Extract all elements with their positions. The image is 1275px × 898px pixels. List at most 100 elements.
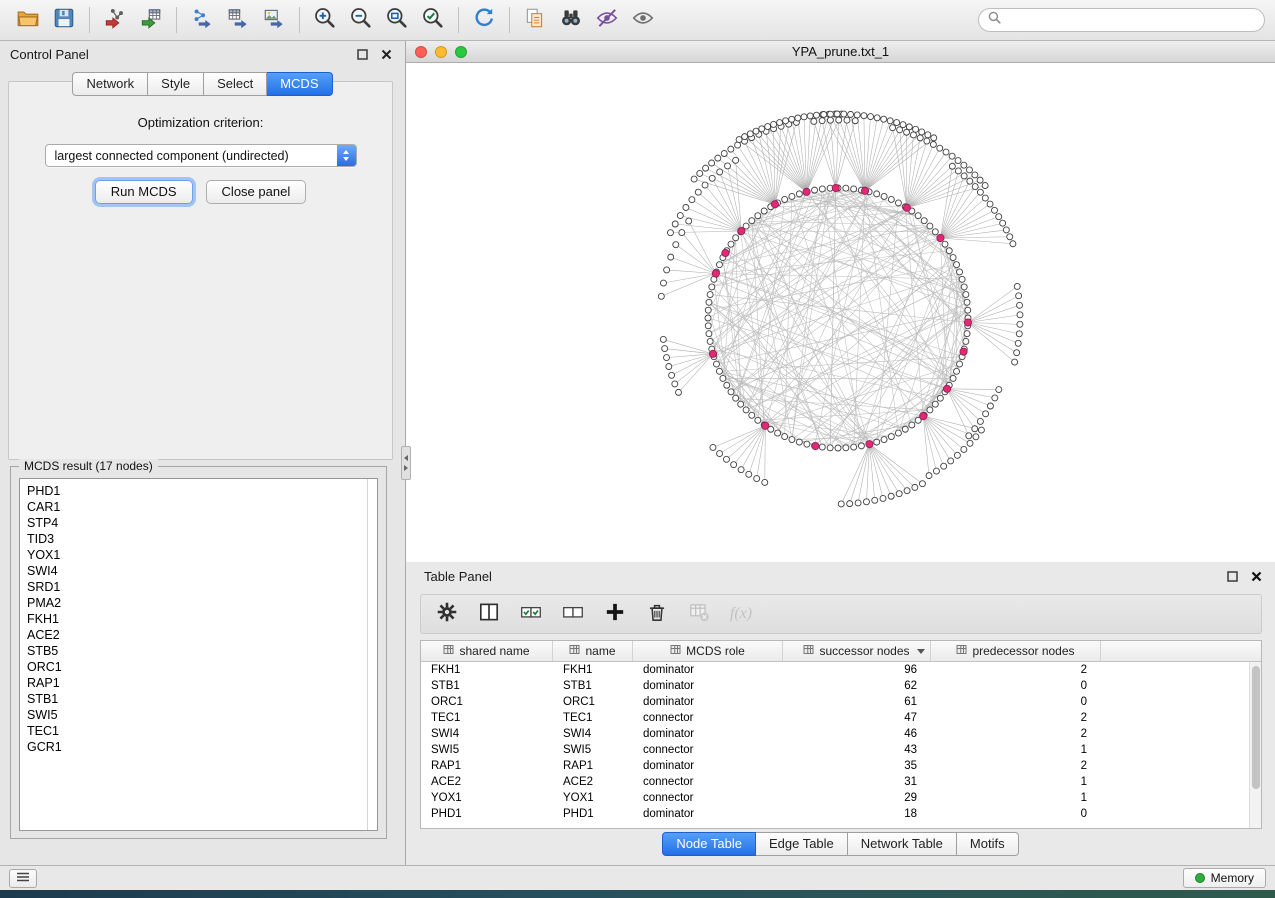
network-window-titlebar[interactable]: YPA_prune.txt_1 [406,41,1275,63]
zoom-out-icon [349,6,373,35]
mcds-result-item[interactable]: ACE2 [27,627,377,643]
mcds-result-item[interactable]: FKH1 [27,611,377,627]
show-columns-button[interactable] [475,600,503,628]
mcds-result-item[interactable]: CAR1 [27,499,377,515]
table-row[interactable]: PHD1PHD1dominator180 [421,806,1249,822]
table-row[interactable]: TEC1TEC1connector472 [421,710,1249,726]
run-mcds-button[interactable]: Run MCDS [95,180,193,204]
mcds-result-item[interactable]: STB5 [27,643,377,659]
open-file-button[interactable] [10,4,46,36]
mcds-result-item[interactable]: SWI5 [27,707,377,723]
column-header-name[interactable]: name [553,641,633,661]
mcds-result-item[interactable]: SWI4 [27,563,377,579]
tab-select[interactable]: Select [204,72,267,96]
table-row[interactable]: RAP1RAP1dominator352 [421,758,1249,774]
network-canvas[interactable] [406,63,1275,562]
zoom-out-button[interactable] [343,4,379,36]
cell-name: TEC1 [553,712,633,724]
delete-table-icon [687,600,711,629]
close-panel-button[interactable]: Close panel [206,180,307,204]
select-all-rows-button[interactable] [517,600,545,628]
add-column-button[interactable] [601,600,629,628]
node-table-body: FKH1FKH1dominator962STB1STB1dominator620… [421,662,1249,828]
cell-mcds-role: connector [633,792,783,804]
column-header-predecessor-nodes[interactable]: predecessor nodes [931,641,1101,661]
mcds-result-item[interactable]: RAP1 [27,675,377,691]
copy-style-button[interactable] [517,4,553,36]
mcds-result-item[interactable]: SRD1 [27,579,377,595]
float-table-panel-icon[interactable] [1224,568,1241,584]
zoom-fit-button[interactable] [379,4,415,36]
splitter-collapse-handle[interactable] [401,446,411,480]
column-header-mcds-role[interactable]: MCDS role [633,641,783,661]
cell-shared-name: ORC1 [421,696,553,708]
show-all-button[interactable] [625,4,661,36]
refresh-layout-button[interactable] [466,4,502,36]
import-network-button[interactable] [97,4,133,36]
table-toolbar: f(x) [420,594,1262,634]
mcds-result-item[interactable]: PHD1 [27,483,377,499]
mcds-result-item[interactable]: STP4 [27,515,377,531]
delete-table-button [685,600,713,628]
tab-network-table[interactable]: Network Table [848,832,957,856]
criterion-dropdown[interactable]: largest connected component (undirected) [45,144,357,167]
select-all-rows-icon [519,600,543,629]
mcds-result-list[interactable]: PHD1CAR1STP4TID3YOX1SWI4SRD1PMA2FKH1ACE2… [19,478,378,831]
main-toolbar [0,0,1275,41]
tab-motifs[interactable]: Motifs [957,832,1019,856]
hide-selected-button[interactable] [589,4,625,36]
mcds-result-item[interactable]: TID3 [27,531,377,547]
hide-selected-icon [595,6,619,35]
table-scrollbar[interactable] [1249,662,1261,828]
deselect-all-rows-button[interactable] [559,600,587,628]
table-row[interactable]: SWI5SWI5connector431 [421,742,1249,758]
network-graph[interactable] [406,63,1275,562]
column-header-successor-nodes[interactable]: successor nodes [783,641,931,661]
mcds-result-item[interactable]: STB1 [27,691,377,707]
search-input[interactable] [1007,13,1255,27]
export-table-button[interactable] [220,4,256,36]
mcds-result-item[interactable]: GCR1 [27,739,377,755]
tab-mcds[interactable]: MCDS [267,72,332,96]
table-row[interactable]: YOX1YOX1connector291 [421,790,1249,806]
status-menu-button[interactable] [9,869,37,888]
close-table-panel-icon[interactable] [1248,568,1265,584]
table-row[interactable]: STB1STB1dominator620 [421,678,1249,694]
export-network-button[interactable] [184,4,220,36]
close-panel-icon[interactable] [378,47,395,63]
tab-node-table[interactable]: Node Table [662,832,756,856]
status-bar: Memory [0,865,1275,890]
mcds-result-item[interactable]: ORC1 [27,659,377,675]
tab-network[interactable]: Network [72,72,148,96]
mcds-result-item[interactable]: YOX1 [27,547,377,563]
table-row[interactable]: FKH1FKH1dominator962 [421,662,1249,678]
delete-column-button[interactable] [643,600,671,628]
table-scrollbar-thumb[interactable] [1252,666,1260,789]
float-panel-icon[interactable] [354,47,371,63]
memory-button[interactable]: Memory [1183,868,1266,888]
search-box[interactable] [978,8,1265,32]
column-settings-button[interactable] [433,600,461,628]
cell-name: ACE2 [553,776,633,788]
column-header-shared-name[interactable]: shared name [421,641,553,661]
mcds-result-item[interactable]: PMA2 [27,595,377,611]
tab-edge-table[interactable]: Edge Table [756,832,848,856]
column-dropdown-icon[interactable] [917,649,925,654]
table-row[interactable]: ORC1ORC1dominator610 [421,694,1249,710]
table-row[interactable]: SWI4SWI4dominator462 [421,726,1249,742]
minimize-window-icon[interactable] [435,46,447,58]
tab-style[interactable]: Style [148,72,204,96]
export-image-button[interactable] [256,4,292,36]
cell-shared-name: RAP1 [421,760,553,772]
zoom-in-button[interactable] [307,4,343,36]
maximize-window-icon[interactable] [455,46,467,58]
close-window-icon[interactable] [415,46,427,58]
mcds-result-item[interactable]: TEC1 [27,723,377,739]
first-neighbors-button[interactable] [553,4,589,36]
save-session-button[interactable] [46,4,82,36]
import-table-button[interactable] [133,4,169,36]
table-row[interactable]: ACE2ACE2connector311 [421,774,1249,790]
criterion-selected-value: largest connected component (undirected) [55,149,289,163]
zoom-selected-button[interactable] [415,4,451,36]
cell-shared-name: SWI5 [421,744,553,756]
